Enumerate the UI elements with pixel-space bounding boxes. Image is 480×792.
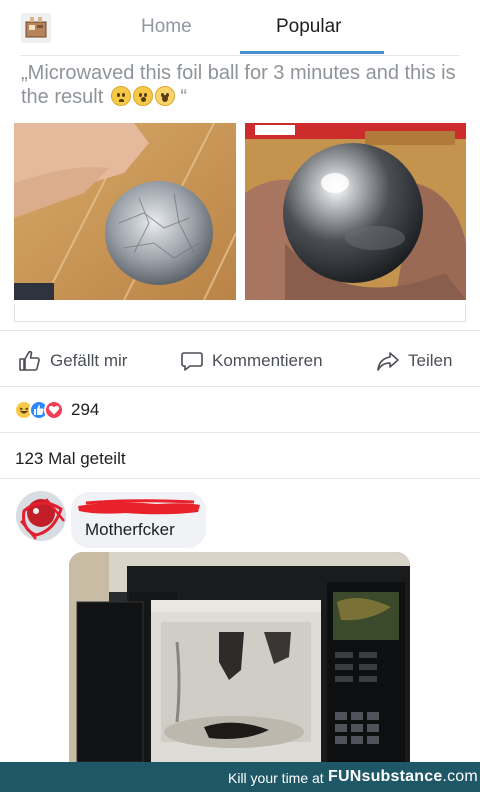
divider: [0, 386, 480, 387]
footer-tagline: Kill your time at: [228, 770, 324, 786]
reaction-summary[interactable]: 294: [14, 400, 99, 420]
metal-sphere-photo[interactable]: [245, 123, 466, 300]
nav-divider: [20, 55, 460, 56]
share-label: Teilen: [408, 351, 453, 370]
astonished-face-emoji-icon: [132, 86, 153, 106]
post-title-close-quote: “: [180, 86, 188, 108]
divider: [0, 478, 480, 479]
watermark-footer: Kill your time at FUNsubstance.com: [0, 762, 480, 792]
post-link-card[interactable]: [14, 304, 466, 322]
post-title: „Microwaved this foil ball for 3 minutes…: [21, 61, 461, 109]
comment-button[interactable]: Kommentieren: [180, 347, 323, 375]
screaming-face-emoji-icon: [154, 86, 175, 106]
burnt-microwave-photo[interactable]: [69, 552, 410, 762]
divider: [0, 432, 480, 433]
foil-ball-photo[interactable]: [14, 123, 236, 300]
share-button[interactable]: Teilen: [376, 347, 452, 375]
redacted-author-name: [76, 496, 202, 518]
comment-label: Kommentieren: [212, 351, 323, 370]
tab-popular[interactable]: Popular: [276, 16, 342, 38]
app-logo-icon[interactable]: [21, 13, 51, 43]
reaction-count: 294: [71, 400, 100, 419]
active-tab-indicator: [240, 51, 384, 54]
share-count[interactable]: 123 Mal geteilt: [15, 449, 126, 469]
frowning-face-emoji-icon: [110, 86, 131, 106]
share-arrow-icon: [377, 352, 399, 371]
avatar[interactable]: [16, 491, 66, 541]
thumbs-up-icon: [19, 350, 40, 371]
like-label: Gefällt mir: [50, 351, 128, 370]
post-title-text: „Microwaved this foil ball for 3 minutes…: [21, 62, 456, 108]
top-navigation: Home Popular: [0, 0, 480, 56]
speech-bubble-icon: [181, 352, 203, 371]
like-button[interactable]: Gefällt mir: [18, 347, 127, 375]
love-reaction-icon: [44, 400, 64, 420]
footer-brand[interactable]: FUNsubstance.com: [328, 768, 478, 786]
tab-home[interactable]: Home: [141, 16, 192, 38]
divider: [0, 330, 480, 331]
footer-brand-suffix: .com: [442, 768, 478, 785]
comment-text: Motherfcker: [85, 520, 175, 539]
footer-brand-name: FUNsubstance: [328, 768, 443, 785]
